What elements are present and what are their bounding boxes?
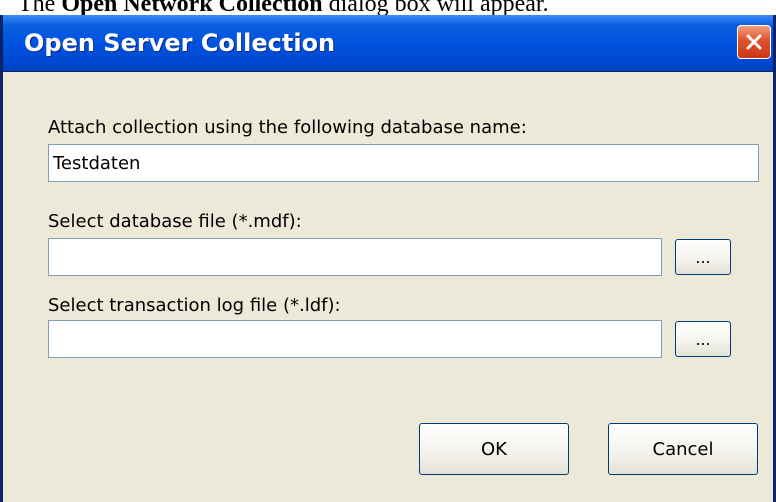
cancel-button[interactable]: Cancel xyxy=(608,423,758,475)
dialog-window: Open Server Collection Attach collection… xyxy=(0,15,776,502)
log-file-input[interactable] xyxy=(48,320,662,358)
database-file-input[interactable] xyxy=(48,238,662,276)
log-file-label: Select transaction log file (*.ldf): xyxy=(48,295,341,316)
database-file-label: Select database file (*.mdf): xyxy=(48,211,302,232)
dialog-title: Open Server Collection xyxy=(24,29,336,57)
database-name-input[interactable] xyxy=(48,144,759,182)
ok-button[interactable]: OK xyxy=(419,423,569,475)
database-name-label: Attach collection using the following da… xyxy=(48,117,527,138)
browse-database-file-button[interactable]: ... xyxy=(675,239,731,275)
close-button[interactable] xyxy=(737,25,771,59)
browse-log-file-button[interactable]: ... xyxy=(675,321,731,357)
title-bar[interactable]: Open Server Collection xyxy=(3,15,773,72)
close-icon xyxy=(746,34,762,50)
